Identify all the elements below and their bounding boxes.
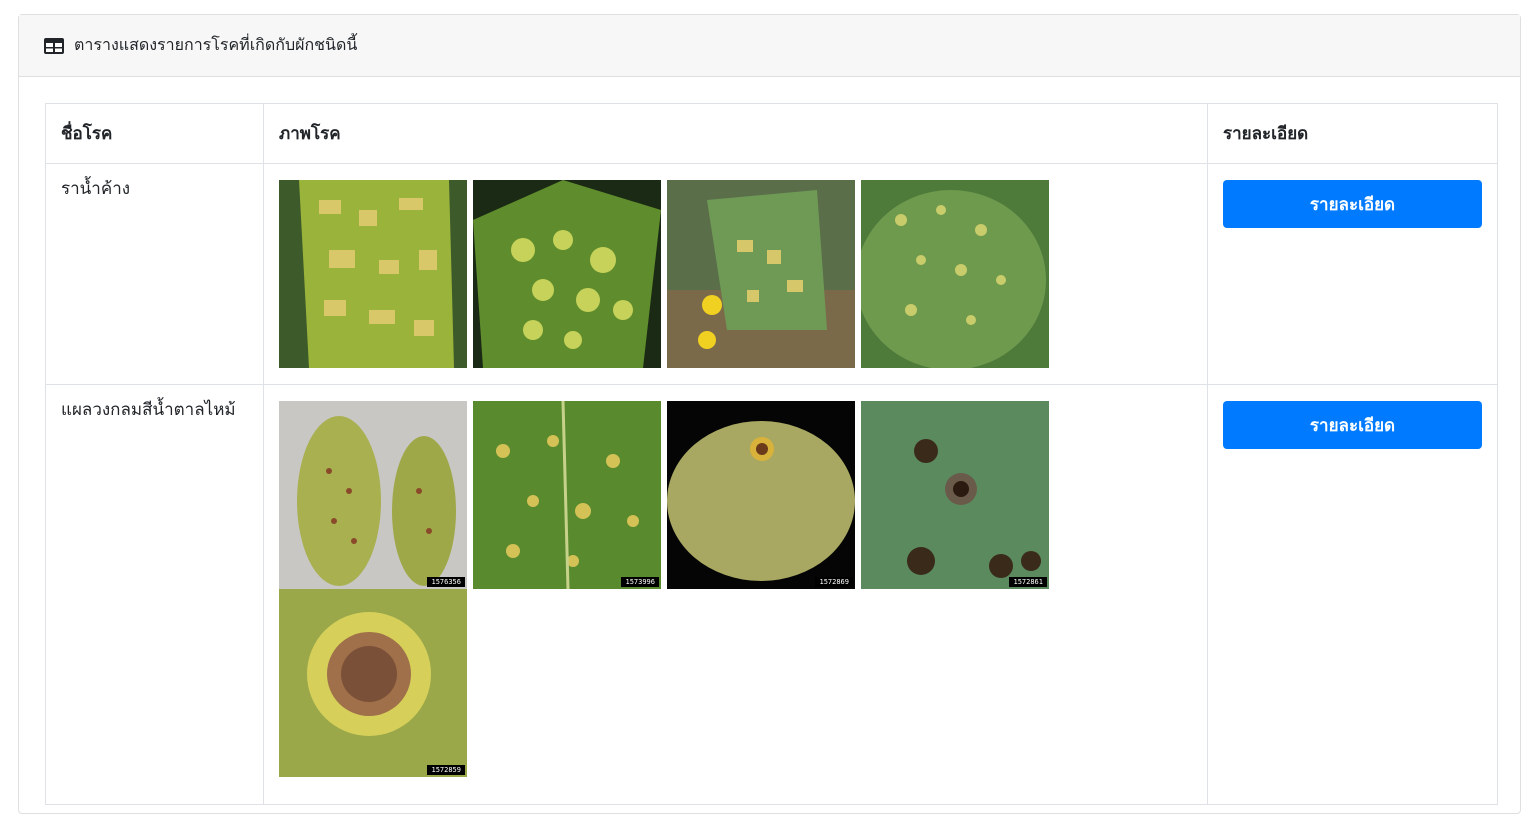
image-id-label: 1572859 bbox=[427, 765, 465, 775]
leaf-spot-photo-5[interactable]: 1572859 bbox=[279, 589, 467, 777]
table-header-row: ชื่อโรค ภาพโรค รายละเอียด bbox=[45, 103, 1498, 164]
image-id-label: 1572861 bbox=[1009, 577, 1047, 587]
disease-name-cell: แผลวงกลมสีน้ำตาลไหม้ bbox=[45, 384, 264, 805]
downy-mildew-leaf-photo-2[interactable] bbox=[473, 180, 661, 368]
downy-mildew-leaf-photo-1[interactable] bbox=[279, 180, 467, 368]
details-button-leaf-spot[interactable]: รายละเอียด bbox=[1223, 401, 1482, 449]
image-id-label: 1576356 bbox=[427, 577, 465, 587]
downy-mildew-leaf-photo-4[interactable] bbox=[861, 180, 1049, 368]
disease-card: ตารางแสดงรายการโรคที่เกิดกับผักชนิดนี้ ช… bbox=[18, 14, 1521, 814]
leaf-spot-photo-2[interactable]: 1573996 bbox=[473, 401, 661, 589]
disease-name: ราน้ำค้าง bbox=[61, 179, 131, 199]
disease-name: แผลวงกลมสีน้ำตาลไหม้ bbox=[61, 400, 236, 420]
details-cell: รายละเอียด bbox=[1207, 163, 1498, 385]
card-title: ตารางแสดงรายการโรคที่เกิดกับผักชนิดนี้ bbox=[74, 35, 358, 54]
image-id-label: 1572869 bbox=[815, 577, 853, 587]
downy-mildew-leaf-photo-3[interactable] bbox=[667, 180, 855, 368]
disease-name-cell: ราน้ำค้าง bbox=[45, 163, 264, 385]
table-icon bbox=[44, 37, 64, 54]
header-disease-name: ชื่อโรค bbox=[45, 103, 264, 164]
disease-images-cell bbox=[263, 163, 1208, 385]
leaf-spot-photo-4[interactable]: 1572861 bbox=[861, 401, 1049, 589]
disease-images-cell: 1576356 1573996 1572869 1572861 1572859 bbox=[263, 384, 1208, 805]
table-row: ราน้ำค้าง รายละเอียด bbox=[45, 163, 1498, 385]
leaf-spot-photo-1[interactable]: 1576356 bbox=[279, 401, 467, 589]
leaf-spot-photo-3[interactable]: 1572869 bbox=[667, 401, 855, 589]
details-cell: รายละเอียด bbox=[1207, 384, 1498, 805]
image-id-label: 1573996 bbox=[621, 577, 659, 587]
header-details: รายละเอียด bbox=[1207, 103, 1498, 164]
details-button-downy-mildew[interactable]: รายละเอียด bbox=[1223, 180, 1482, 228]
card-header: ตารางแสดงรายการโรคที่เกิดกับผักชนิดนี้ bbox=[19, 15, 1520, 77]
table-row: แผลวงกลมสีน้ำตาลไหม้ 1576356 1573996 157… bbox=[45, 384, 1498, 805]
header-disease-images: ภาพโรค bbox=[263, 103, 1208, 164]
disease-table: ชื่อโรค ภาพโรค รายละเอียด ราน้ำค้าง รายล… bbox=[45, 103, 1498, 805]
